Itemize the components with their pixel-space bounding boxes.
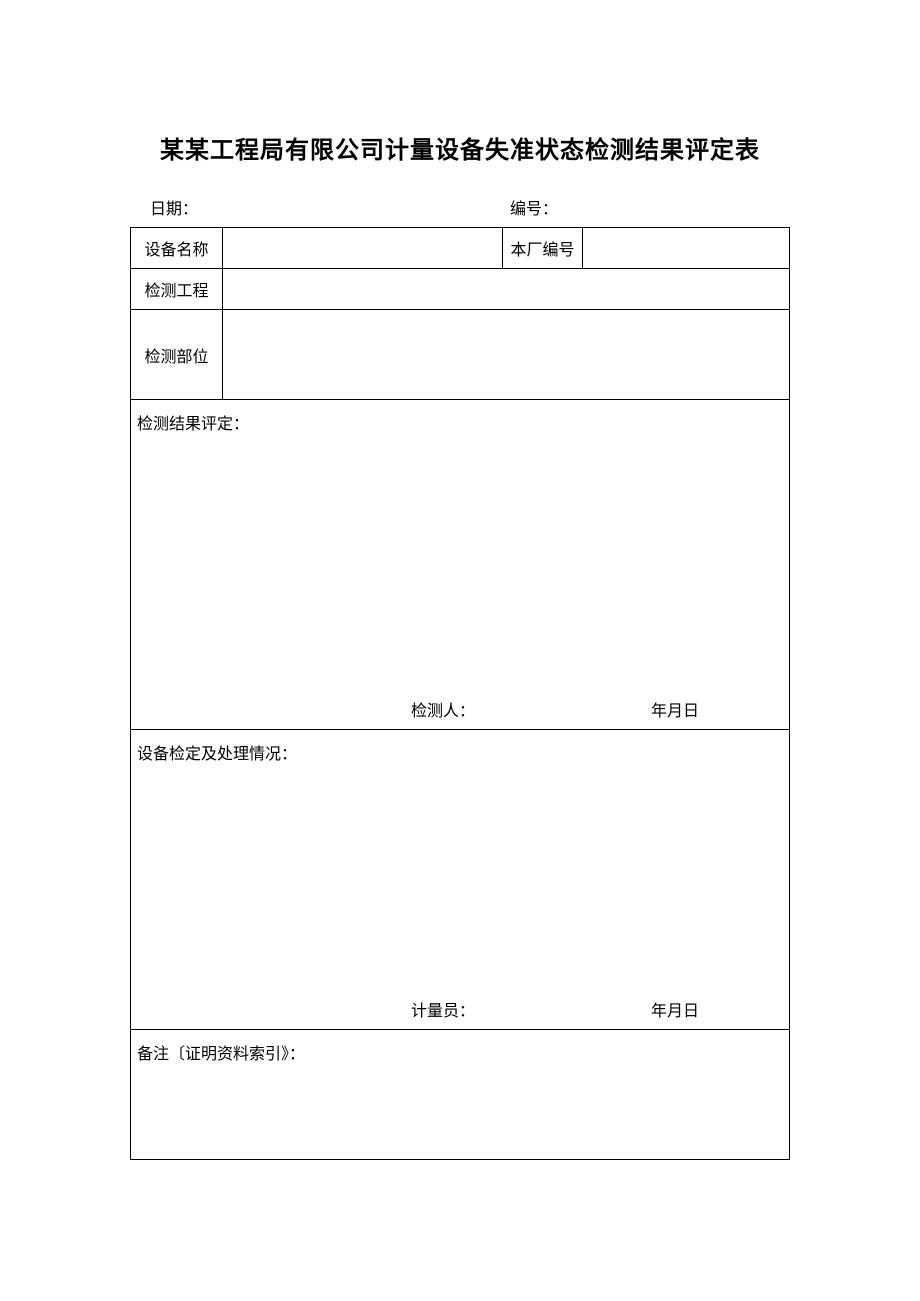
device-name-value bbox=[223, 228, 503, 269]
remark-cell: 备注〔证明资料索引》： bbox=[131, 1030, 790, 1160]
detect-project-label: 检测工程 bbox=[131, 269, 223, 310]
detect-part-value bbox=[223, 310, 790, 400]
serial-number-label: 编号： bbox=[510, 195, 558, 219]
result-date-label: 年月日 bbox=[651, 697, 699, 721]
factory-number-label: 本厂编号 bbox=[503, 228, 583, 269]
factory-number-value bbox=[583, 228, 790, 269]
form-table: 设备名称 本厂编号 检测工程 检测部位 检测结果评定： 检测人： 年月日 设备检… bbox=[130, 227, 790, 1160]
row-detect-project: 检测工程 bbox=[131, 269, 790, 310]
device-name-label: 设备名称 bbox=[131, 228, 223, 269]
document-title: 某某工程局有限公司计量设备失准状态检测结果评定表 bbox=[130, 130, 790, 165]
row-remark: 备注〔证明资料索引》： bbox=[131, 1030, 790, 1160]
row-device-name: 设备名称 本厂编号 bbox=[131, 228, 790, 269]
row-result: 检测结果评定： 检测人： 年月日 bbox=[131, 400, 790, 730]
date-label: 日期： bbox=[150, 195, 510, 219]
row-processing: 设备检定及处理情况： 计量员： 年月日 bbox=[131, 730, 790, 1030]
inspector-label: 检测人： bbox=[411, 697, 651, 721]
row-detect-part: 检测部位 bbox=[131, 310, 790, 400]
header-row: 日期： 编号： bbox=[130, 195, 790, 219]
metrologist-label: 计量员： bbox=[411, 997, 651, 1021]
processing-footer: 计量员： 年月日 bbox=[131, 997, 789, 1021]
result-cell: 检测结果评定： 检测人： 年月日 bbox=[131, 400, 790, 730]
detect-project-value bbox=[223, 269, 790, 310]
detect-part-label: 检测部位 bbox=[131, 310, 223, 400]
processing-cell: 设备检定及处理情况： 计量员： 年月日 bbox=[131, 730, 790, 1030]
remark-label: 备注〔证明资料索引》： bbox=[137, 1046, 305, 1063]
processing-date-label: 年月日 bbox=[651, 997, 699, 1021]
result-label: 检测结果评定： bbox=[137, 410, 783, 434]
processing-label: 设备检定及处理情况： bbox=[137, 740, 783, 764]
result-footer: 检测人： 年月日 bbox=[131, 697, 789, 721]
